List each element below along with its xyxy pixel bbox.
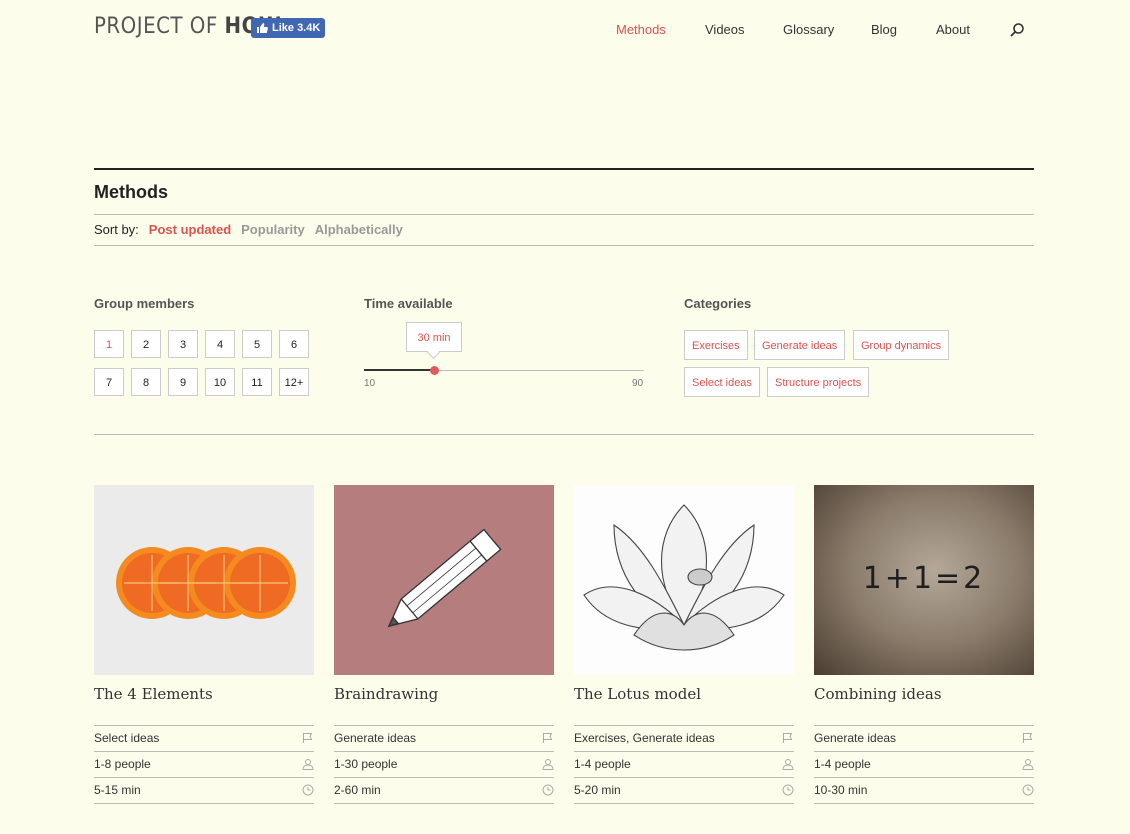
clock-icon xyxy=(782,784,794,796)
time-slider-handle[interactable] xyxy=(429,366,439,375)
pencil-drawing-image xyxy=(387,528,502,628)
person-icon xyxy=(542,759,554,770)
group-size-3[interactable]: 3 xyxy=(168,330,198,358)
method-people: 1-30 people xyxy=(334,751,554,777)
method-category: Select ideas xyxy=(94,725,314,751)
method-thumbnail-pencil[interactable] xyxy=(334,485,554,675)
group-members-heading: Group members xyxy=(94,296,195,311)
method-title[interactable]: Combining ideas xyxy=(814,685,1034,725)
method-time-text: 5-20 min xyxy=(574,783,621,797)
method-card[interactable]: Braindrawing Generate ideas 1-30 people … xyxy=(334,485,554,804)
page-title: Methods xyxy=(94,182,168,202)
divider xyxy=(94,245,1034,246)
divider xyxy=(94,214,1034,215)
categories-heading: Categories xyxy=(684,296,752,311)
nav-methods[interactable]: Methods xyxy=(616,22,666,37)
method-thumbnail-oranges[interactable] xyxy=(94,485,314,675)
method-people: 1-8 people xyxy=(94,751,314,777)
flag-icon xyxy=(543,733,553,743)
thumbs-up-icon xyxy=(257,23,268,33)
flag-icon xyxy=(303,733,313,743)
group-size-2[interactable]: 2 xyxy=(131,330,161,358)
divider xyxy=(94,434,1034,435)
method-title[interactable]: Braindrawing xyxy=(334,685,554,725)
method-category-text: Generate ideas xyxy=(814,731,897,745)
section-top-rule xyxy=(94,168,1034,170)
method-time-text: 2-60 min xyxy=(334,783,381,797)
flag-icon xyxy=(1023,733,1033,743)
method-time: 10-30 min xyxy=(814,777,1034,804)
facebook-like-label: Like 3.4K xyxy=(272,22,321,34)
method-card[interactable]: 1+1=2 Combining ideas Generate ideas 1-4… xyxy=(814,485,1034,804)
group-size-12-plus[interactable]: 12+ xyxy=(279,368,309,396)
method-category: Generate ideas xyxy=(334,725,554,751)
time-slider-max: 90 xyxy=(632,378,644,389)
sort-popularity[interactable]: Popularity xyxy=(241,222,305,237)
logo-text-light: PROJECT OF xyxy=(94,14,225,39)
method-thumbnail-lotus[interactable] xyxy=(574,485,794,675)
method-people: 1-4 people xyxy=(574,751,794,777)
method-title[interactable]: The 4 Elements xyxy=(94,685,314,725)
search-icon[interactable] xyxy=(1009,22,1025,38)
group-size-8[interactable]: 8 xyxy=(131,368,161,396)
method-time: 2-60 min xyxy=(334,777,554,804)
method-time: 5-15 min xyxy=(94,777,314,804)
category-structure-projects[interactable]: Structure projects xyxy=(767,367,870,397)
method-category-text: Select ideas xyxy=(94,731,160,745)
group-size-4[interactable]: 4 xyxy=(205,330,235,358)
equation-image-text: 1+1=2 xyxy=(862,561,986,596)
method-thumbnail-equation[interactable]: 1+1=2 xyxy=(814,485,1034,675)
lotus-sketch-image xyxy=(583,504,785,651)
method-card[interactable]: The Lotus model Exercises, Generate idea… xyxy=(574,485,794,804)
category-group-dynamics[interactable]: Group dynamics xyxy=(853,330,950,360)
group-size-10[interactable]: 10 xyxy=(205,368,235,396)
method-title[interactable]: The Lotus model xyxy=(574,685,794,725)
method-category-text: Generate ideas xyxy=(334,731,417,745)
group-size-5[interactable]: 5 xyxy=(242,330,272,358)
method-people-text: 1-4 people xyxy=(574,757,631,771)
sort-post-updated[interactable]: Post updated xyxy=(149,222,231,237)
sort-alphabetically[interactable]: Alphabetically xyxy=(315,222,403,237)
clock-icon xyxy=(1022,784,1034,796)
group-size-9[interactable]: 9 xyxy=(168,368,198,396)
sort-bar: Sort by: Post updated Popularity Alphabe… xyxy=(94,222,403,237)
method-category-text: Exercises, Generate ideas xyxy=(574,731,715,745)
group-size-11[interactable]: 11 xyxy=(242,368,272,396)
facebook-like-button[interactable]: Like 3.4K xyxy=(251,18,326,38)
time-available-heading: Time available xyxy=(364,296,453,311)
clock-icon xyxy=(542,784,554,796)
time-slider-tooltip: 30 min xyxy=(406,322,462,352)
person-icon xyxy=(782,759,794,770)
group-size-6[interactable]: 6 xyxy=(279,330,309,358)
flag-icon xyxy=(783,733,793,743)
method-people-text: 1-4 people xyxy=(814,757,871,771)
nav-blog[interactable]: Blog xyxy=(871,22,897,37)
person-icon xyxy=(302,759,314,770)
category-generate-ideas[interactable]: Generate ideas xyxy=(754,330,846,360)
category-select-ideas[interactable]: Select ideas xyxy=(684,367,760,397)
group-size-1[interactable]: 1 xyxy=(94,330,124,358)
method-card[interactable]: The 4 Elements Select ideas 1-8 people 5… xyxy=(94,485,314,804)
method-people: 1-4 people xyxy=(814,751,1034,777)
person-icon xyxy=(1022,759,1034,770)
method-category: Generate ideas xyxy=(814,725,1034,751)
method-time-text: 5-15 min xyxy=(94,783,141,797)
nav-videos[interactable]: Videos xyxy=(705,22,745,37)
clock-icon xyxy=(302,784,314,796)
time-slider-min: 10 xyxy=(364,378,376,389)
orange-slices-image xyxy=(116,547,296,619)
nav-about[interactable]: About xyxy=(936,22,970,37)
nav-glossary[interactable]: Glossary xyxy=(783,22,834,37)
method-time-text: 10-30 min xyxy=(814,783,868,797)
method-people-text: 1-30 people xyxy=(334,757,398,771)
method-people-text: 1-8 people xyxy=(94,757,151,771)
sort-label: Sort by: xyxy=(94,222,139,237)
group-size-7[interactable]: 7 xyxy=(94,368,124,396)
category-exercises[interactable]: Exercises xyxy=(684,330,748,360)
method-time: 5-20 min xyxy=(574,777,794,804)
method-category: Exercises, Generate ideas xyxy=(574,725,794,751)
time-slider-fill xyxy=(364,369,434,371)
